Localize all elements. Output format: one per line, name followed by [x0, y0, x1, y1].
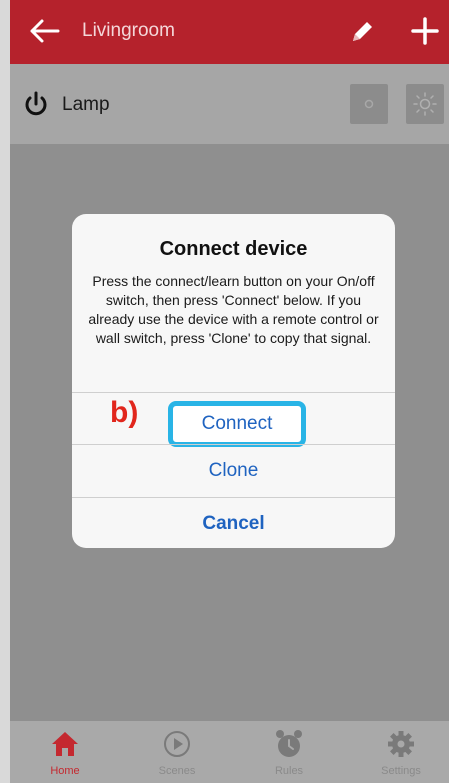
- alarm-icon: [276, 730, 302, 757]
- dialog-message: Press the connect/learn button on your O…: [88, 273, 379, 346]
- nav-label: Settings: [381, 765, 421, 777]
- nav-home[interactable]: Home: [20, 721, 110, 783]
- circle-off-icon: [364, 99, 374, 109]
- nav-scenes[interactable]: Scenes: [132, 721, 222, 783]
- nav-label: Scenes: [158, 765, 196, 777]
- nav-label: Home: [50, 765, 80, 777]
- screenshot-border: [0, 0, 10, 783]
- power-icon[interactable]: [22, 90, 50, 118]
- light-on-button[interactable]: [406, 84, 444, 124]
- device-name: Lamp: [62, 94, 110, 115]
- back-arrow-icon[interactable]: [28, 14, 62, 48]
- light-off-button[interactable]: [350, 84, 388, 124]
- clone-button[interactable]: Clone: [72, 445, 395, 497]
- room-title: Livingroom: [82, 20, 175, 41]
- app-screen: Livingroom Lamp Connect device Press the…: [10, 0, 449, 783]
- nav-settings[interactable]: Settings: [356, 721, 446, 783]
- top-bar: Livingroom: [10, 0, 449, 64]
- step-annotation: b): [110, 396, 139, 429]
- sun-icon: [413, 92, 437, 116]
- divider: [72, 392, 395, 393]
- plus-icon[interactable]: [408, 14, 442, 48]
- cancel-button[interactable]: Cancel: [72, 498, 395, 548]
- gear-icon: [388, 731, 414, 757]
- nav-label: Rules: [274, 765, 304, 777]
- device-row: Lamp: [10, 64, 449, 144]
- bottom-nav: Home Scenes Rules Settings: [10, 721, 449, 783]
- home-icon: [52, 732, 78, 756]
- play-icon: [164, 731, 190, 757]
- pencil-icon[interactable]: [348, 18, 376, 46]
- connect-device-dialog: Connect device Press the connect/learn b…: [72, 214, 395, 548]
- dialog-title: Connect device: [159, 238, 308, 260]
- nav-rules[interactable]: Rules: [244, 721, 334, 783]
- connect-button[interactable]: Connect: [168, 401, 306, 447]
